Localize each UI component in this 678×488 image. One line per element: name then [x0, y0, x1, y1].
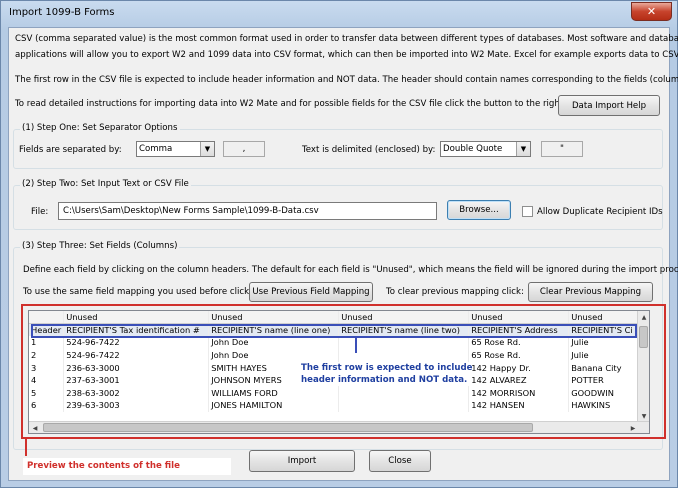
table-row-cell: 3 — [29, 361, 65, 374]
column-mapping-header-cell[interactable]: Unused — [63, 311, 210, 325]
chevron-down-icon[interactable]: ▼ — [200, 142, 214, 156]
column-mapping-header-cell[interactable]: Unused — [338, 311, 470, 325]
vertical-scroll-thumb[interactable] — [639, 326, 648, 348]
clear-previous-mapping-button[interactable]: Clear Previous Mapping — [528, 282, 653, 302]
grid-vertical-scrollbar[interactable]: ▲ ▼ — [637, 311, 649, 422]
file-path-input[interactable]: C:\Users\Sam\Desktop\New Forms Sample\10… — [58, 202, 437, 220]
clear-mapping-label: To clear previous mapping click: — [386, 287, 524, 297]
header-callout-line-1: The first row is expected to include — [301, 363, 473, 373]
import-button[interactable]: Import — [249, 450, 355, 472]
preview-callout-connector — [25, 437, 27, 456]
table-row-cell: 239-63-3003 — [63, 399, 210, 412]
table-row-cell — [338, 348, 470, 362]
delimiter-select-value: Double Quote — [443, 144, 503, 154]
table-row-cell: 6 — [29, 399, 65, 412]
table-row-cell: 142 MORRISON — [468, 386, 570, 400]
step-one-label: (1) Step One: Set Separator Options — [20, 123, 180, 133]
dialog-client-area: CSV (comma separated value) is the most … — [8, 27, 678, 481]
scroll-right-icon[interactable]: ▶ — [627, 422, 639, 433]
table-row-cell: 65 Rose Rd. — [468, 348, 570, 362]
intro-line-4: To read detailed instructions for import… — [15, 99, 569, 109]
column-mapping-header-cell[interactable]: Unused — [468, 311, 570, 325]
table-row-cell: WILLIAMS FORD — [208, 386, 340, 400]
table-row-cell: Julie — [568, 336, 648, 349]
table-row-cell: 1 — [29, 336, 65, 349]
table-row-cell: 237-63-3001 — [63, 373, 210, 387]
data-import-help-button[interactable]: Data Import Help — [558, 95, 660, 116]
allow-duplicate-ids-label: Allow Duplicate Recipient IDs — [537, 207, 663, 217]
table-row-cell: 65 Rose Rd. — [468, 336, 570, 349]
table-row: 5 238-63-3002 WILLIAMS FORD 142 MORRISON GOO… — [29, 386, 648, 400]
table-row-cell: John Doe — [208, 348, 340, 362]
previous-mapping-label: To use the same field mapping you used b… — [23, 287, 252, 297]
table-row-cell: POTTER — [568, 373, 648, 387]
table-row-cell: 5 — [29, 386, 65, 400]
grid-horizontal-scrollbar[interactable]: ◀ ▶ — [29, 421, 649, 433]
table-row: 2 524-96-7422 John Doe 65 Rose Rd. Julie — [29, 348, 648, 362]
table-row-cell: Banana City — [568, 361, 648, 374]
close-window-button[interactable]: ✕ — [631, 2, 672, 21]
scroll-up-icon[interactable]: ▲ — [638, 311, 649, 323]
delimiter-char-field: " — [541, 141, 583, 157]
table-row-cell: 142 HANSEN — [468, 399, 570, 412]
header-callout-connector — [355, 338, 357, 353]
allow-duplicate-ids-checkbox[interactable] — [522, 206, 533, 217]
table-row-cell: JONES HAMILTON — [208, 399, 340, 412]
step-three-label: (3) Step Three: Set Fields (Columns) — [20, 241, 180, 251]
table-row-cell: Julie — [568, 348, 648, 362]
title-bar[interactable]: Import 1099-B Forms ✕ — [1, 1, 677, 27]
table-row-cell — [338, 386, 470, 400]
file-label: File: — [31, 207, 49, 217]
table-row-cell: 524-96-7422 — [63, 348, 210, 362]
header-callout-note: The first row is expected to include hea… — [301, 362, 473, 386]
table-row: 6 239-63-3003 JONES HAMILTON 142 HANSEN HAWK… — [29, 399, 648, 412]
table-row: 1 524-96-7422 John Doe 65 Rose Rd. Julie — [29, 336, 648, 349]
fields-separated-label: Fields are separated by: — [19, 145, 122, 155]
table-row-cell — [338, 399, 470, 412]
chevron-down-icon[interactable]: ▼ — [516, 142, 530, 156]
column-mapping-header-cell — [29, 311, 65, 325]
intro-line-3: The first row in the CSV file is expecte… — [15, 75, 678, 85]
table-row-cell: HAWKINS — [568, 399, 648, 412]
step-three-description: Define each field by clicking on the col… — [23, 265, 678, 275]
column-mapping-header[interactable]: Unused Unused Unused Unused Unused — [29, 311, 648, 325]
text-delimited-label: Text is delimited (enclosed) by: — [302, 145, 436, 155]
table-row-cell: John Doe — [208, 336, 340, 349]
table-row-cell: 4 — [29, 373, 65, 387]
horizontal-scroll-thumb[interactable] — [43, 423, 533, 432]
preview-callout-note: Preview the contents of the file — [23, 458, 231, 475]
column-mapping-header-cell[interactable]: Unused — [568, 311, 648, 325]
column-mapping-header-cell[interactable]: Unused — [208, 311, 340, 325]
scroll-left-icon[interactable]: ◀ — [29, 422, 41, 433]
intro-line-1: CSV (comma separated value) is the most … — [15, 34, 678, 44]
import-dialog: Import 1099-B Forms ✕ CSV (comma separat… — [0, 0, 678, 488]
step-two-label: (2) Step Two: Set Input Text or CSV File — [20, 179, 191, 189]
header-callout-line-2: header information and NOT data. — [301, 375, 468, 385]
delimiter-select[interactable]: Double Quote ▼ — [440, 141, 531, 157]
table-row-cell — [338, 336, 470, 349]
table-row-cell: GOODWIN — [568, 386, 648, 400]
intro-line-2: applications will allow you to export W2… — [15, 50, 678, 60]
header-row-highlight — [31, 324, 637, 338]
use-previous-mapping-button[interactable]: Use Previous Field Mapping — [249, 282, 373, 302]
separator-select[interactable]: Comma ▼ — [136, 141, 215, 157]
table-row-cell: 142 Happy Dr. — [468, 361, 570, 374]
separator-select-value: Comma — [139, 144, 173, 154]
window-title: Import 1099-B Forms — [9, 7, 115, 18]
table-row-cell: 524-96-7422 — [63, 336, 210, 349]
close-icon: ✕ — [646, 5, 657, 18]
table-row-cell: 2 — [29, 348, 65, 362]
table-row-cell: 238-63-3002 — [63, 386, 210, 400]
browse-button[interactable]: Browse... — [447, 200, 511, 220]
close-button[interactable]: Close — [369, 450, 431, 472]
table-row-cell: 236-63-3000 — [63, 361, 210, 374]
separator-char-field: , — [223, 141, 265, 157]
table-row-cell: 142 ALVAREZ — [468, 373, 570, 387]
